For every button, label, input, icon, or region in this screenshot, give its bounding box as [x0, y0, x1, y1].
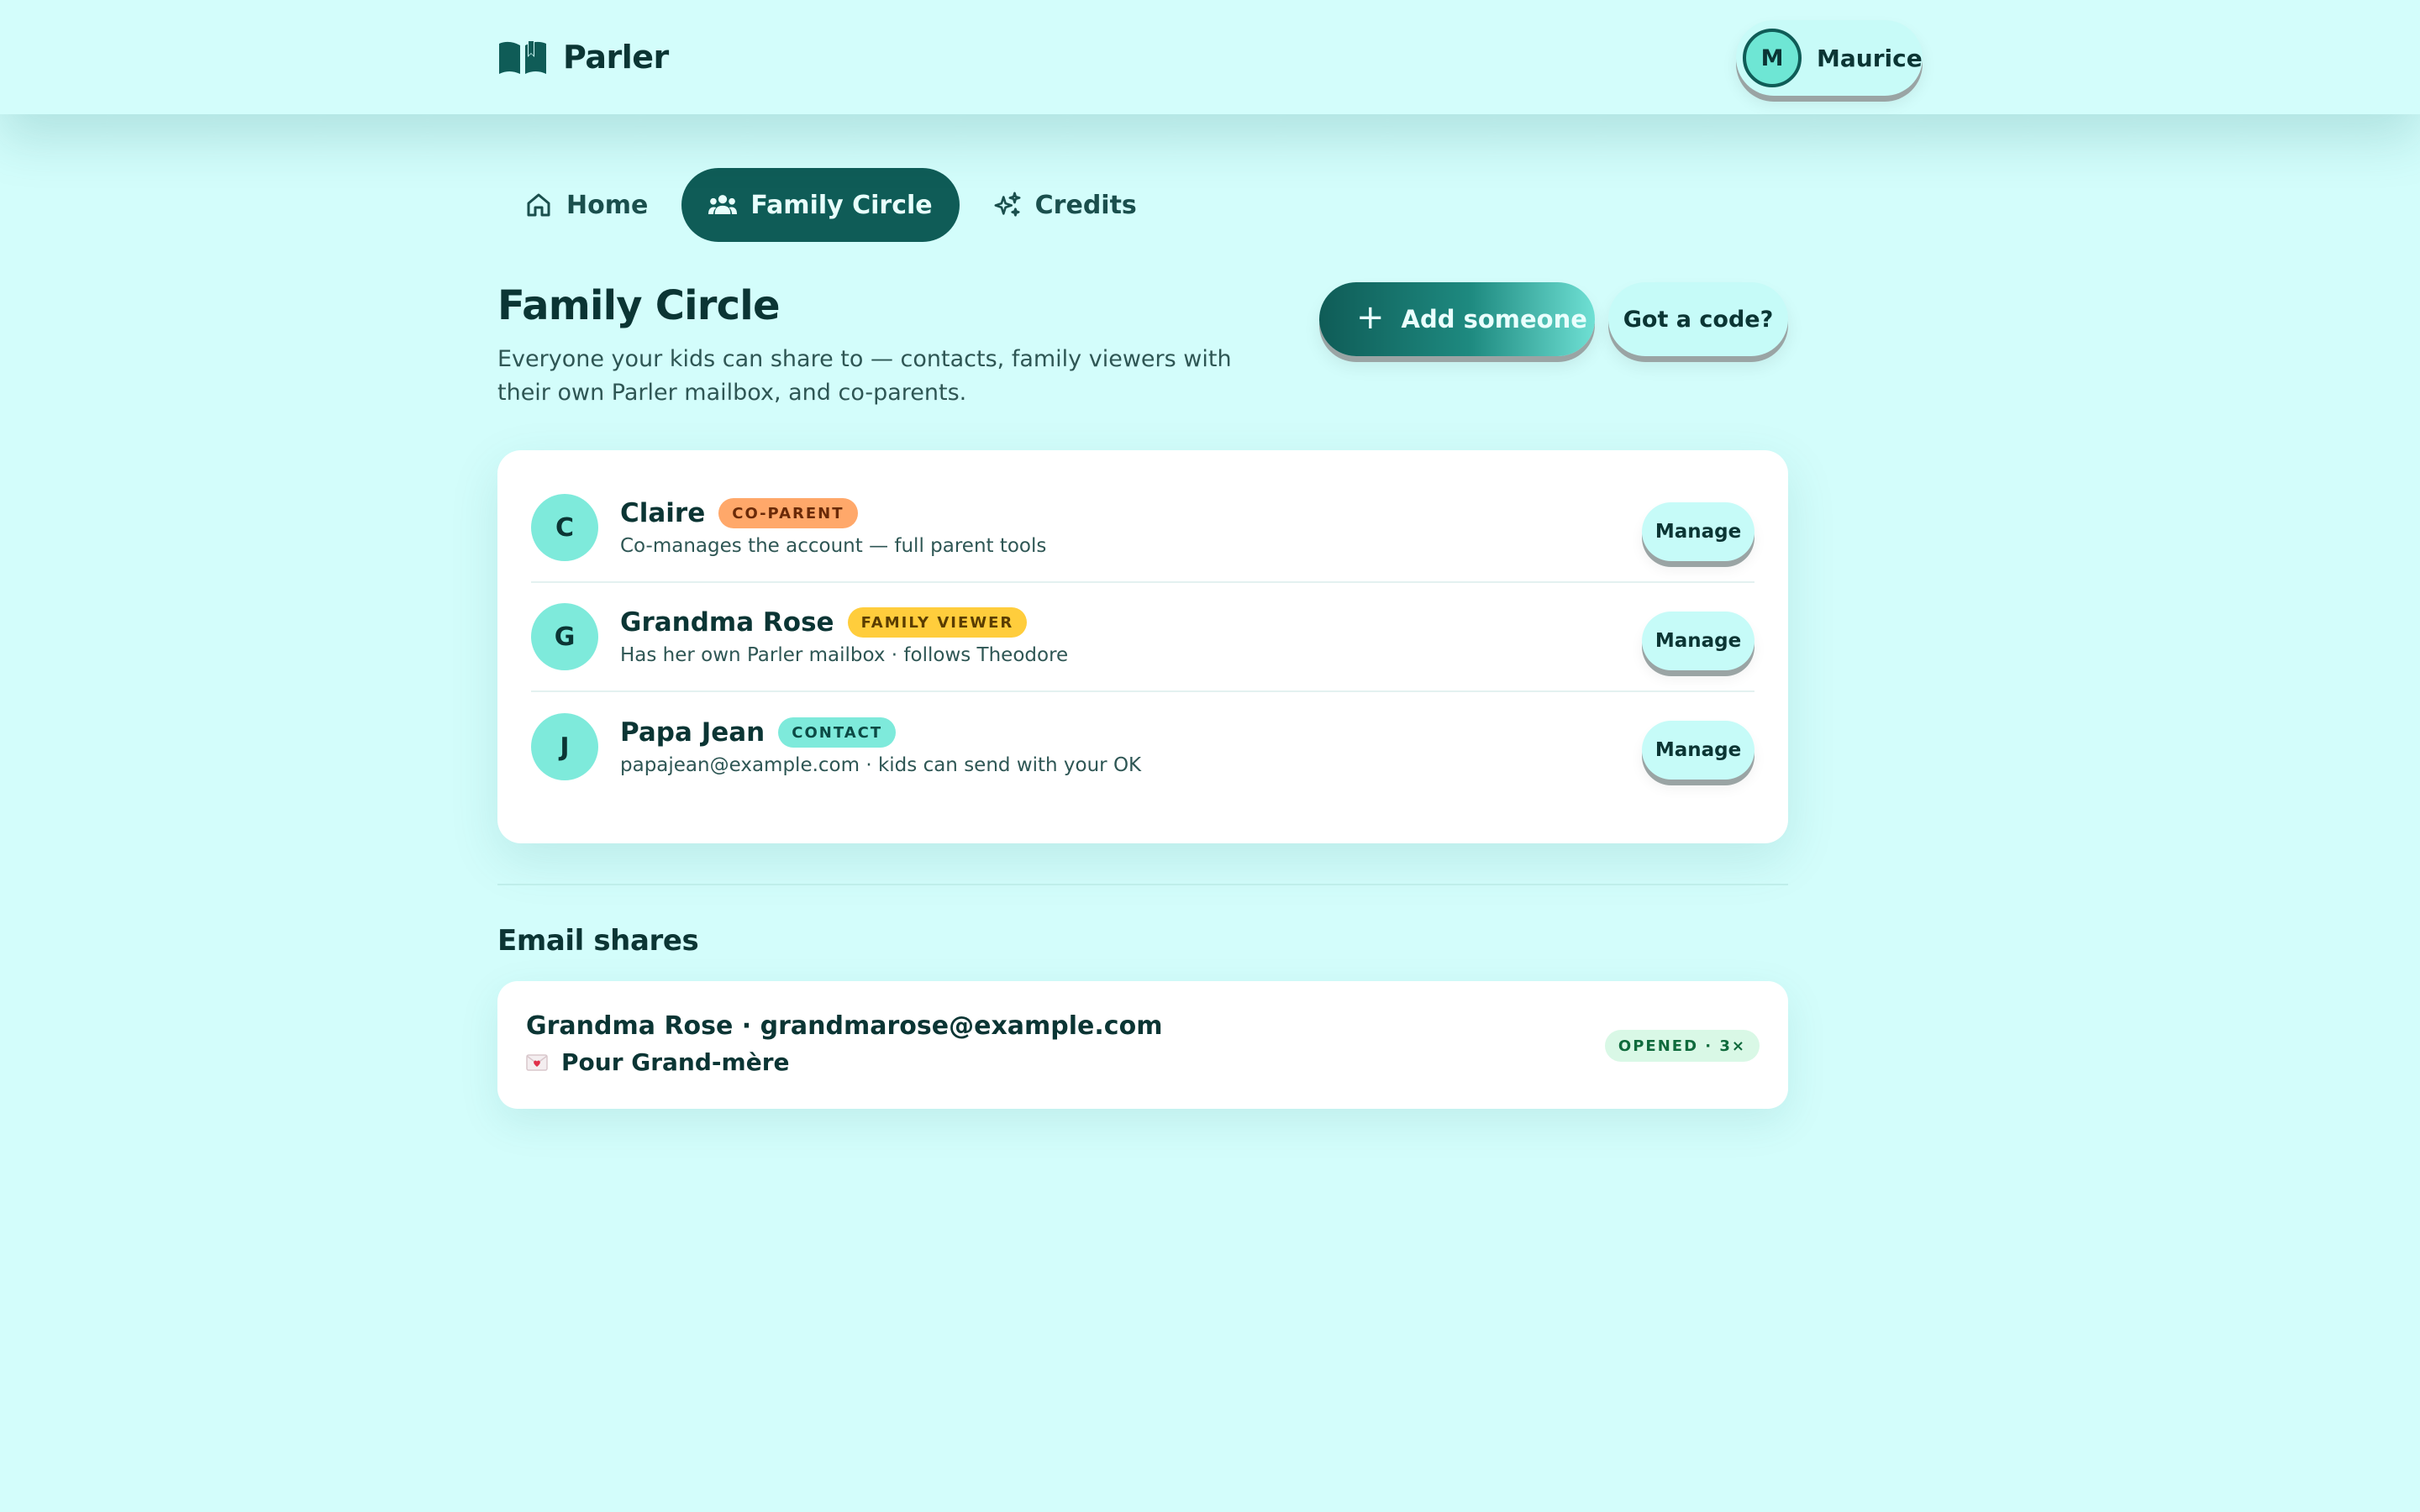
tab-credits[interactable]: Credits	[966, 168, 1164, 242]
plus-icon: +	[1356, 298, 1385, 337]
person-info: Claire CO-PARENT Co-manages the account …	[620, 498, 1046, 557]
list-item: G Grandma Rose FAMILY VIEWER Has her own…	[531, 583, 1754, 692]
manage-button[interactable]: Manage	[1642, 502, 1754, 561]
top-bar: Parler M Maurice	[0, 0, 2420, 114]
manage-button[interactable]: Manage	[1642, 721, 1754, 780]
app-name: Parler	[563, 39, 669, 76]
avatar: J	[531, 713, 598, 780]
people-icon	[708, 195, 738, 215]
email-shares-title: Email shares	[497, 924, 699, 958]
person-description: papajean@example.com · kids can send wit…	[620, 754, 1142, 776]
got-a-code-button[interactable]: Got a code?	[1608, 282, 1788, 356]
share-subject-row: Pour Grand-mère	[526, 1048, 790, 1076]
tab-family-circle[interactable]: Family Circle	[681, 168, 960, 242]
user-menu-button[interactable]: M Maurice	[1736, 20, 1923, 96]
email-share-item[interactable]: Grandma Rose · grandmarose@example.com P…	[497, 981, 1788, 1109]
user-name: Maurice	[1817, 44, 1923, 72]
role-badge: CO-PARENT	[718, 498, 858, 528]
list-item: J Papa Jean CONTACT papajean@example.com…	[531, 692, 1754, 801]
manage-button[interactable]: Manage	[1642, 612, 1754, 670]
person-description: Has her own Parler mailbox · follows The…	[620, 644, 1069, 666]
person-name: Papa Jean	[620, 717, 765, 748]
user-avatar: M	[1743, 29, 1802, 87]
tab-home-label: Home	[566, 190, 649, 220]
page-subtitle: Everyone your kids can share to — contac…	[497, 346, 1232, 406]
person-info: Papa Jean CONTACT papajean@example.com ·…	[620, 717, 1141, 776]
avatar: C	[531, 494, 598, 561]
list-item: C Claire CO-PARENT Co-manages the accoun…	[531, 474, 1754, 583]
person-description: Co-manages the account — full parent too…	[620, 535, 1047, 557]
person-header: Papa Jean CONTACT	[620, 717, 1141, 748]
status-badge: OPENED · 3×	[1604, 1030, 1760, 1062]
share-recipient: Grandma Rose · grandmarose@example.com	[526, 1011, 1163, 1041]
avatar: G	[531, 603, 598, 670]
main-nav: Home Family Circle Credits	[497, 168, 1164, 242]
open-book-icon	[499, 40, 546, 74]
page-title: Family Circle	[497, 282, 781, 329]
role-badge: FAMILY VIEWER	[847, 607, 1028, 638]
section-divider	[497, 884, 1788, 885]
tab-family-circle-label: Family Circle	[750, 190, 933, 220]
add-someone-button[interactable]: + Add someone	[1319, 282, 1595, 356]
home-icon	[527, 193, 550, 217]
role-badge: CONTACT	[778, 717, 897, 748]
person-header: Claire CO-PARENT	[620, 498, 1046, 528]
add-someone-label: Add someone	[1401, 305, 1587, 333]
tab-home[interactable]: Home	[497, 168, 675, 242]
person-info: Grandma Rose FAMILY VIEWER Has her own P…	[620, 607, 1068, 666]
love-letter-icon	[526, 1053, 548, 1071]
person-header: Grandma Rose FAMILY VIEWER	[620, 607, 1068, 638]
family-circle-list: C Claire CO-PARENT Co-manages the accoun…	[497, 450, 1788, 843]
person-name: Claire	[620, 498, 706, 528]
tab-credits-label: Credits	[1034, 190, 1137, 220]
share-subject: Pour Grand-mère	[561, 1048, 790, 1076]
brand[interactable]: Parler	[497, 34, 669, 81]
sparkles-icon	[994, 192, 1021, 217]
person-name: Grandma Rose	[620, 607, 834, 638]
